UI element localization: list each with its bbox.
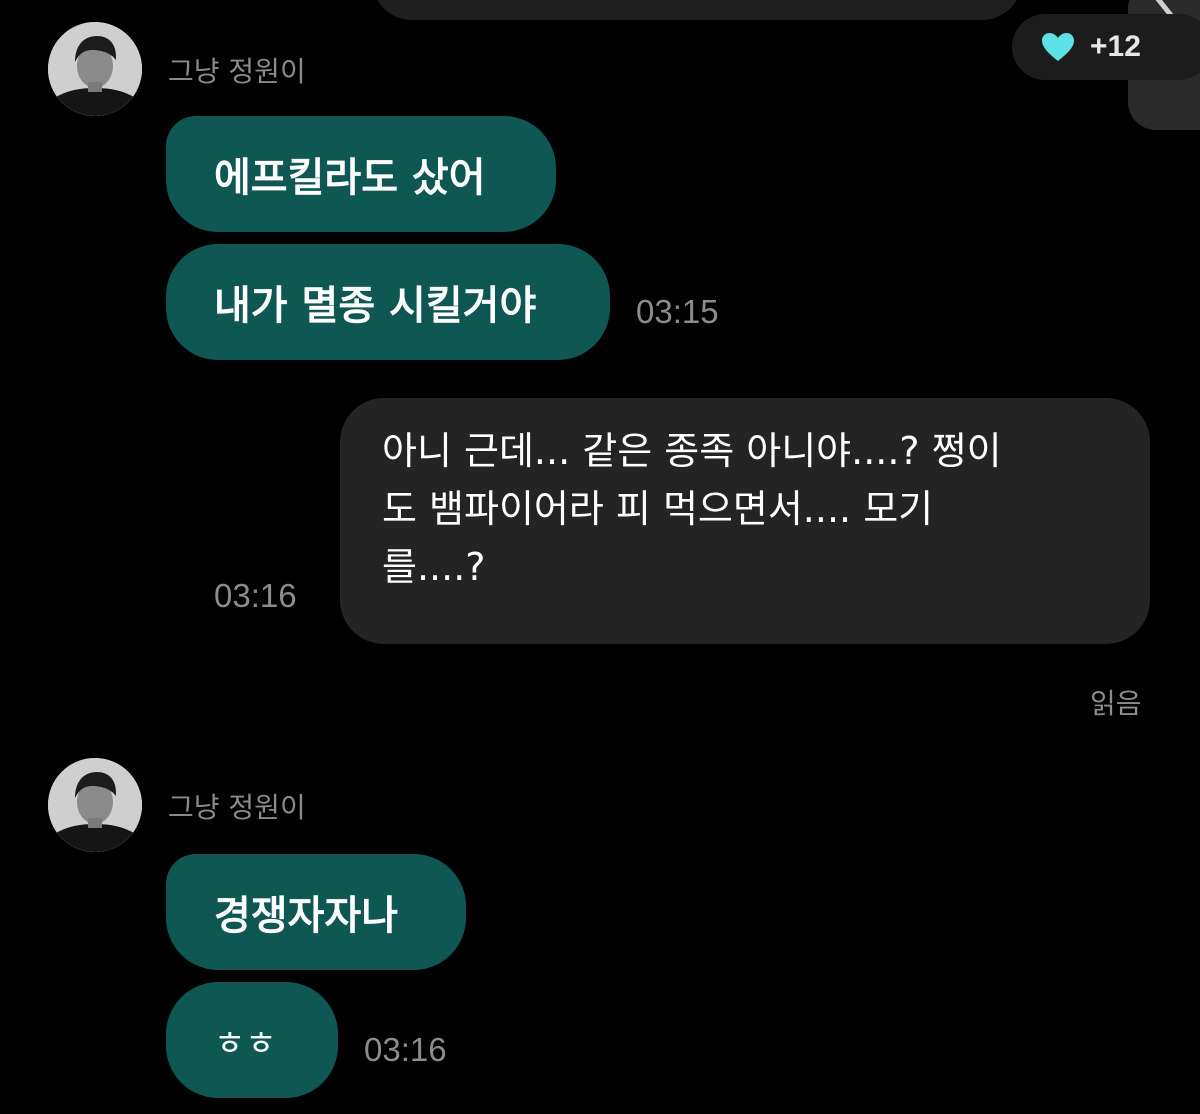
message-text: 내가 멸종 시킬거야 <box>214 283 537 329</box>
read-status: 읽음 <box>1090 687 1142 720</box>
outgoing-message-bubble[interactable]: 아니 근데... 같은 종족 아니야....? 쩡이 도 뱀파이어라 피 먹으면… <box>340 398 1150 644</box>
sender-name: 그냥 정원이 <box>168 55 306 88</box>
message-bubble[interactable]: 에프킬라도 샀어 <box>166 116 556 232</box>
message-bubble[interactable]: 내가 멸종 시킬거야 <box>166 244 610 360</box>
avatar[interactable] <box>48 758 142 852</box>
previous-message-bubble <box>372 0 1022 20</box>
reaction-pill[interactable]: +12 <box>1012 14 1200 80</box>
message-text: 경쟁자자나 <box>214 893 398 939</box>
message-bubble[interactable]: 경쟁자자나 <box>166 854 466 970</box>
message-timestamp: 03:16 <box>214 577 297 614</box>
message-text-line: 도 뱀파이어라 피 먹으면서.... 모기 <box>382 487 934 531</box>
message-text-line: 아니 근데... 같은 종족 아니야....? 쩡이 <box>382 429 1002 473</box>
message-timestamp: 03:15 <box>636 293 719 330</box>
sender-name: 그냥 정원이 <box>168 791 306 824</box>
message-bubble[interactable]: ㅎㅎ <box>166 982 338 1098</box>
avatar[interactable] <box>48 22 142 116</box>
reaction-count: +12 <box>1090 30 1141 63</box>
message-text: 에프킬라도 샀어 <box>214 155 486 201</box>
heart-icon <box>1040 31 1076 63</box>
message-timestamp: 03:16 <box>364 1031 447 1068</box>
message-text-line: 를....? <box>382 545 486 589</box>
message-text: ㅎㅎ <box>214 1023 277 1064</box>
